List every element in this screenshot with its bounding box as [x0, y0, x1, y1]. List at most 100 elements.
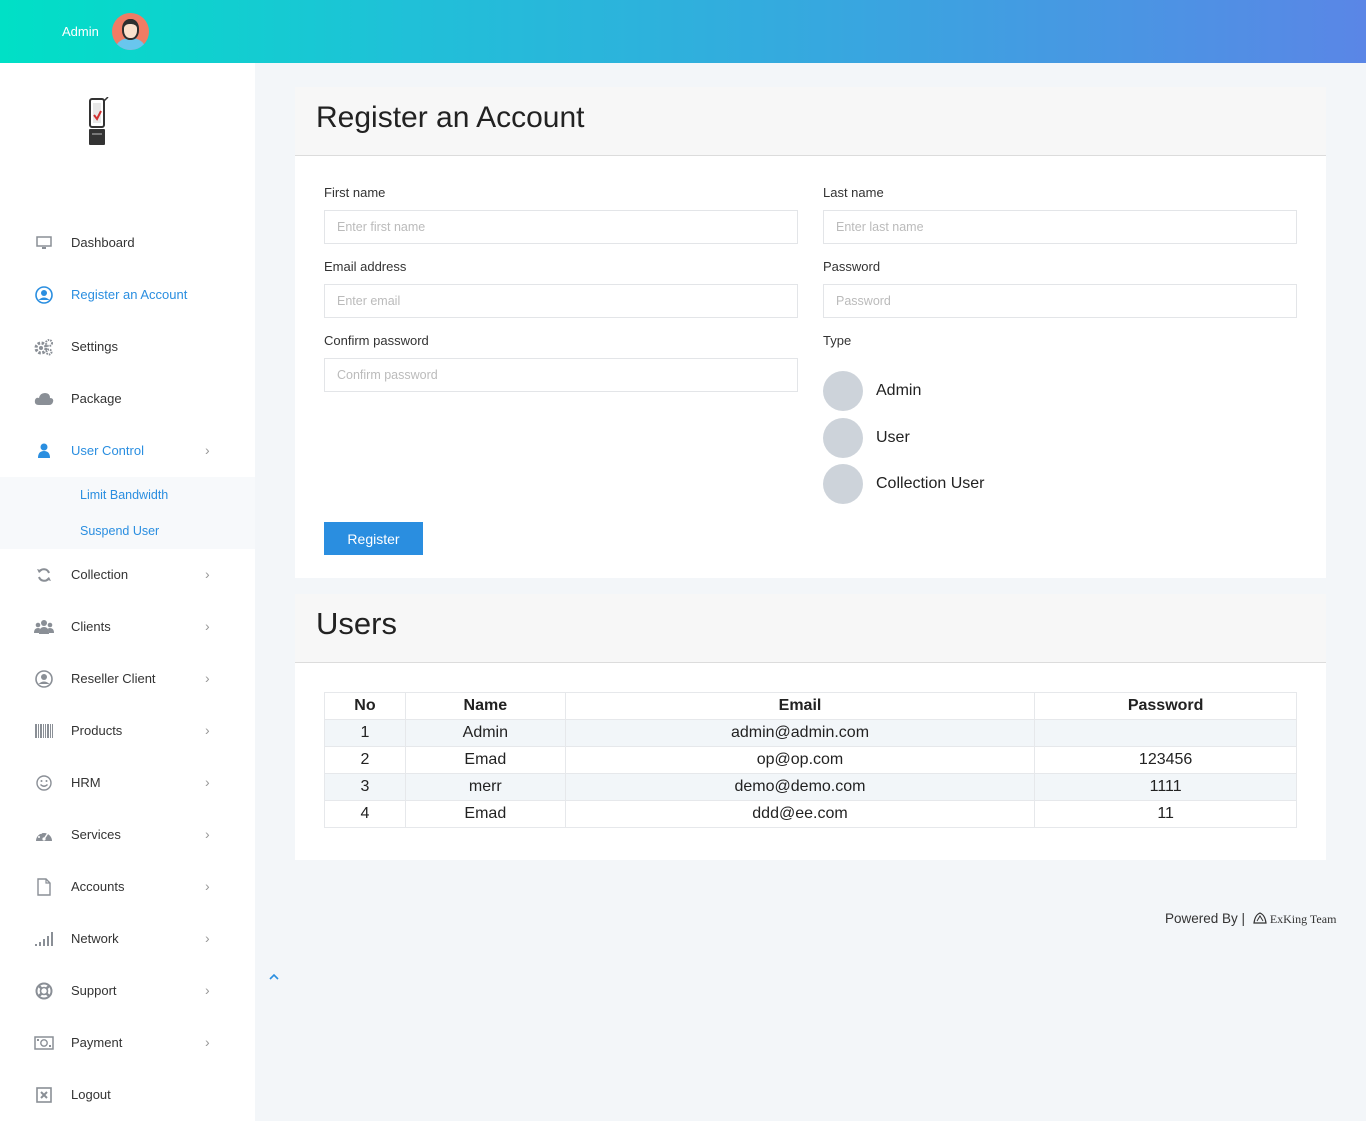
sidebar-item-label: Logout	[71, 1087, 111, 1102]
sidebar-item-dashboard[interactable]: Dashboard	[0, 223, 255, 263]
sidebar-item-products[interactable]: Products ›	[0, 711, 255, 751]
sidebar-item-payment[interactable]: Payment ›	[0, 1023, 255, 1063]
cell-name: Emad	[404, 746, 566, 774]
cloud-icon	[34, 390, 54, 408]
sidebar-item-register[interactable]: Register an Account	[0, 275, 255, 315]
sidebar-item-label: Dashboard	[71, 235, 135, 250]
sidebar-item-package[interactable]: Package	[0, 379, 255, 419]
sidebar-item-label: Services	[71, 827, 121, 842]
type-option-label: Admin	[876, 382, 922, 399]
column-header-name: Name	[404, 692, 566, 720]
brand-name: ExKing Team	[1269, 912, 1337, 926]
chevron-right-icon: ›	[205, 878, 210, 894]
column-header-no: No	[324, 692, 406, 720]
sidebar-item-settings[interactable]: Settings	[0, 327, 255, 367]
submenu-item-suspend-user[interactable]: Suspend User	[80, 524, 159, 538]
user-icon	[34, 442, 54, 460]
sidebar-item-hrm[interactable]: HRM ›	[0, 763, 255, 803]
smile-icon	[34, 774, 54, 792]
chevron-right-icon: ›	[205, 1034, 210, 1050]
cell-email: ddd@ee.com	[564, 800, 1036, 828]
chevron-right-icon: ›	[205, 618, 210, 634]
chevron-right-icon: ›	[205, 670, 210, 686]
radio-circle[interactable]	[823, 464, 863, 504]
cell-password: 11	[1034, 800, 1297, 828]
avatar-face	[122, 19, 139, 40]
radio-circle[interactable]	[823, 371, 863, 411]
top-bar: Admin	[0, 0, 1366, 63]
cell-email: admin@admin.com	[564, 719, 1036, 747]
users-table: No Name Email Password 1 Admin admin@adm…	[324, 692, 1297, 828]
type-label: Type	[823, 333, 852, 348]
avatar[interactable]	[112, 13, 149, 50]
footer: Powered By | ExKing Team	[1165, 911, 1336, 927]
cell-no: 1	[324, 719, 406, 747]
sidebar-item-label: Package	[71, 391, 122, 406]
email-label: Email address	[324, 259, 407, 274]
user-name[interactable]: Admin	[62, 24, 99, 39]
sidebar-item-label: Payment	[71, 1035, 123, 1050]
register-card-header: Register an Account	[295, 87, 1326, 156]
table-row: 2 Emad op@op.com 123456	[324, 746, 1297, 774]
sidebar-item-label: Register an Account	[71, 287, 188, 302]
table-header-row: No Name Email Password	[324, 692, 1297, 720]
users-icon	[34, 618, 54, 636]
sidebar-item-label: Accounts	[71, 879, 125, 894]
close-box-icon	[34, 1086, 54, 1104]
cell-name: merr	[404, 773, 566, 801]
password-input[interactable]	[823, 284, 1297, 318]
barcode-icon	[34, 722, 54, 740]
users-card: Users No Name Email Password 1 Admin adm…	[295, 594, 1326, 860]
email-input[interactable]	[324, 284, 798, 318]
dashboard-icon	[34, 826, 54, 844]
user-control-submenu: Limit Bandwidth Suspend User	[0, 477, 255, 549]
cell-no: 3	[324, 773, 406, 801]
last-name-input[interactable]	[823, 210, 1297, 244]
sidebar-item-logout[interactable]: Logout	[0, 1075, 255, 1115]
sidebar-item-reseller-client[interactable]: Reseller Client ›	[0, 659, 255, 699]
sidebar-item-support[interactable]: Support ›	[0, 971, 255, 1011]
confirm-password-input[interactable]	[324, 358, 798, 392]
brand-logo[interactable]: ExKing Team	[1253, 912, 1337, 926]
sidebar-item-label: Collection	[71, 567, 129, 582]
column-header-email: Email	[564, 692, 1036, 720]
users-title: Users	[316, 606, 397, 641]
cell-password: 123456	[1034, 746, 1297, 774]
sidebar-item-label: HRM	[71, 775, 101, 790]
first-name-input[interactable]	[324, 210, 798, 244]
register-button[interactable]: Register	[324, 522, 423, 555]
life-ring-icon	[34, 982, 54, 1000]
chevron-right-icon: ›	[205, 774, 210, 790]
table-row: 4 Emad ddd@ee.com 11	[324, 800, 1297, 828]
sidebar-item-services[interactable]: Services ›	[0, 815, 255, 855]
sidebar-item-clients[interactable]: Clients ›	[0, 607, 255, 647]
type-option-label: Collection User	[876, 475, 985, 492]
gears-icon	[34, 338, 54, 356]
sidebar-item-network[interactable]: Network ›	[0, 919, 255, 959]
user-circle-icon	[34, 670, 54, 688]
chevron-right-icon: ›	[205, 982, 210, 998]
sidebar-item-label: User Control	[71, 443, 144, 458]
cell-no: 4	[324, 800, 406, 828]
sidebar-item-label: Support	[71, 983, 117, 998]
sidebar-item-user-control[interactable]: User Control ›	[0, 431, 255, 471]
type-option-label: User	[876, 429, 910, 446]
sidebar-item-collection[interactable]: Collection ›	[0, 555, 255, 595]
submenu-item-limit-bandwidth[interactable]: Limit Bandwidth	[80, 488, 168, 502]
brand-icon	[1253, 912, 1267, 924]
table-row: 3 merr demo@demo.com 1111	[324, 773, 1297, 801]
sidebar-item-label: Products	[71, 723, 123, 738]
cell-no: 2	[324, 746, 406, 774]
sidebar-item-accounts[interactable]: Accounts ›	[0, 867, 255, 907]
chevron-right-icon: ›	[205, 566, 210, 582]
chevron-right-icon: ›	[205, 442, 210, 458]
monitor-icon	[34, 234, 54, 252]
refresh-icon	[34, 566, 54, 584]
scroll-top-chevron-up-icon[interactable]	[268, 968, 280, 984]
table-row: 1 Admin admin@admin.com	[324, 719, 1297, 747]
column-header-password: Password	[1034, 692, 1297, 720]
powered-by-text: Powered By |	[1165, 911, 1246, 926]
radio-circle[interactable]	[823, 418, 863, 458]
cell-email: op@op.com	[564, 746, 1036, 774]
cell-password: 1111	[1034, 773, 1297, 801]
